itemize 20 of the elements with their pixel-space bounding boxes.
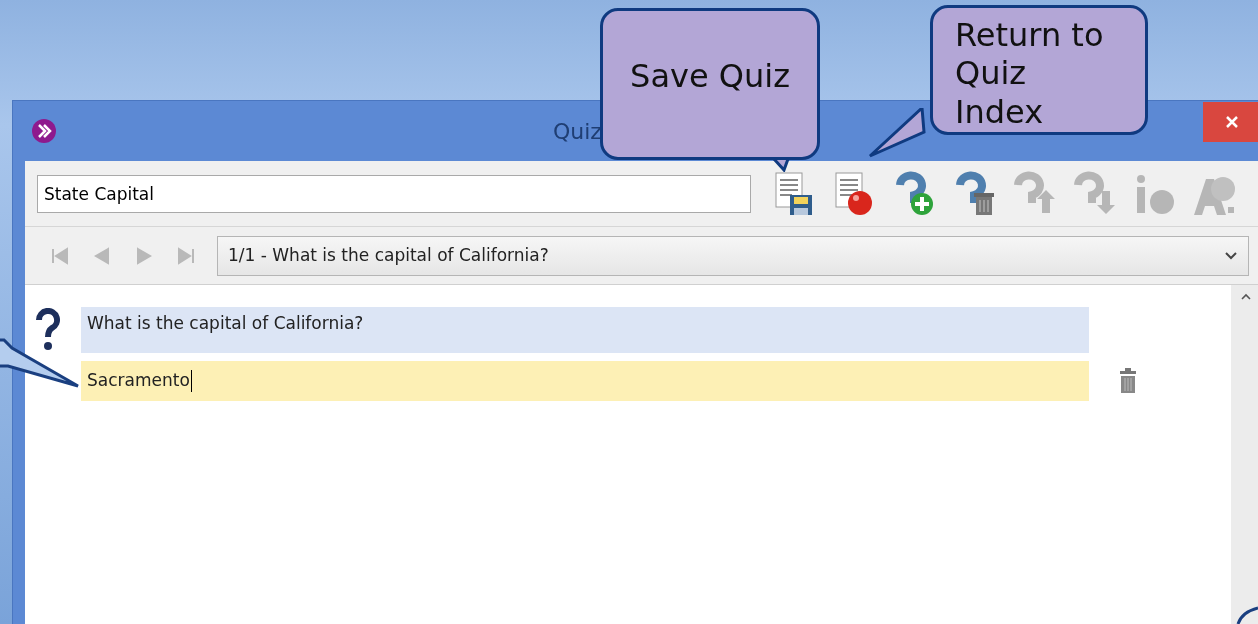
answer-field[interactable]: Sacramento bbox=[81, 361, 1089, 401]
last-icon bbox=[176, 245, 196, 266]
app-icon bbox=[31, 118, 57, 144]
first-icon bbox=[50, 245, 70, 266]
question-dropdown[interactable]: 1/1 - What is the capital of California? bbox=[217, 235, 1249, 276]
callout-pointer bbox=[868, 108, 926, 158]
close-icon bbox=[1225, 115, 1239, 129]
callout-edge bbox=[1236, 606, 1258, 624]
window-title: Quiz bbox=[553, 117, 602, 146]
question-mark-icon bbox=[35, 308, 61, 352]
previous-icon bbox=[92, 245, 112, 266]
scroll-up-icon[interactable] bbox=[1240, 293, 1252, 301]
chevron-down-icon bbox=[1224, 250, 1238, 261]
close-button[interactable] bbox=[1203, 102, 1258, 142]
trash-icon bbox=[1118, 368, 1138, 394]
question-field[interactable]: What is the capital of California? bbox=[81, 307, 1089, 353]
next-icon bbox=[134, 245, 154, 266]
callout-bubble: Save Quiz bbox=[600, 8, 820, 160]
callout-bubble: Return to Quiz Index bbox=[930, 5, 1148, 135]
quiz-name-field[interactable]: State Capital bbox=[37, 174, 751, 213]
